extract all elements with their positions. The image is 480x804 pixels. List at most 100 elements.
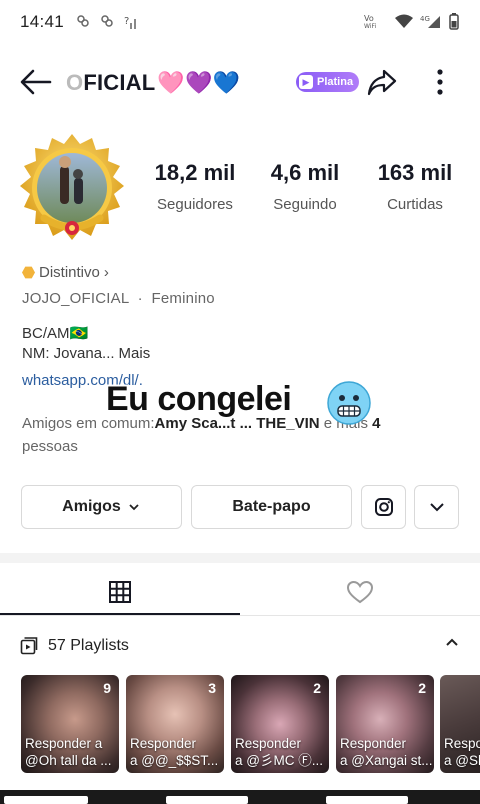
chevron-down-icon — [129, 504, 139, 511]
username-faded-letter: O — [66, 70, 84, 95]
playlist-count: 2 — [418, 680, 426, 696]
friends-button[interactable]: Amigos — [21, 485, 182, 529]
playlists-header[interactable]: 57 Playlists — [20, 634, 460, 658]
playlist-caption-line: a @@_$$ST... — [130, 753, 219, 768]
video-tag — [4, 796, 88, 804]
profile-username-title: OFICIAL🩷💜💙 — [66, 70, 240, 96]
playlist-card[interactable]: Respo a @Sh — [440, 675, 480, 773]
distintivo-label: Distintivo — [39, 264, 100, 281]
platina-badge[interactable]: ▶ Platina — [296, 72, 360, 92]
profile-id-gender: JOJO_OFICIAL · Feminino — [22, 290, 215, 307]
playlist-count: 9 — [103, 680, 111, 696]
svg-text:WiFi: WiFi — [364, 23, 376, 29]
playlist-caption: Responder a @Xangai st... — [340, 735, 432, 769]
distintivo-link[interactable]: Distintivo › — [22, 264, 109, 281]
following-label: Seguindo — [273, 196, 337, 213]
instagram-button[interactable] — [361, 485, 406, 529]
playlist-caption-line: Responder — [340, 736, 407, 751]
share-arrow-icon — [367, 69, 397, 96]
platina-label: Platina — [317, 76, 354, 88]
playlist-caption-line: @Oh tall da ... — [25, 753, 112, 768]
profile-stats: 18,2 mil Seguidores 4,6 mil Seguindo 163… — [140, 160, 480, 230]
bio-line-1: BC/AM🇧🇷 — [22, 325, 89, 342]
video-overlay-caption: Eu congelei — [106, 380, 292, 418]
bio-line-2: NM: Jovana... — [22, 345, 115, 362]
grid-icon — [109, 581, 131, 603]
video-tag — [166, 796, 248, 804]
badge-hexagon-icon — [22, 266, 35, 279]
signal-question-icon: ? — [124, 16, 137, 29]
profile-header: OFICIAL🩷💜💙 ▶ Platina — [0, 58, 480, 106]
expand-suggestions-button[interactable] — [414, 485, 459, 529]
notification-icon — [77, 15, 89, 27]
playlist-caption: Responder a @彡MC Ⓕ... — [235, 735, 327, 769]
tab-videos[interactable] — [0, 570, 240, 614]
bio-more-button[interactable]: Mais — [119, 345, 151, 362]
svg-text:4G: 4G — [420, 15, 430, 23]
playlist-count: 2 — [313, 680, 321, 696]
playlist-caption: Responder a @Oh tall da ... — [25, 735, 117, 769]
likes-label: Curtidas — [387, 196, 443, 213]
playlist-card[interactable]: 3 Responder a @@_$$ST... — [126, 675, 224, 773]
username-text: FICIAL — [83, 70, 156, 95]
status-system-icons: Vo WiFi 4G — [364, 12, 460, 30]
back-button[interactable] — [18, 66, 54, 98]
status-notification-icons: ? — [76, 14, 138, 30]
video-tag — [326, 796, 408, 804]
section-divider — [0, 553, 480, 563]
playlist-caption-line: Responder — [130, 736, 197, 751]
arrow-left-icon — [20, 69, 52, 95]
playlist-count: 3 — [208, 680, 216, 696]
playlist-icon — [20, 637, 38, 655]
heart-outline-icon — [346, 580, 374, 604]
playlist-card[interactable]: 2 Responder a @Xangai st... — [336, 675, 434, 773]
followers-label: Seguidores — [157, 196, 233, 213]
chevron-right-icon: › — [103, 264, 109, 281]
cell-signal-icon: 4G — [420, 15, 440, 28]
more-options-button[interactable] — [424, 64, 456, 100]
playlists-title: 57 Playlists — [48, 637, 129, 654]
following-count: 4,6 mil — [270, 160, 340, 185]
svg-text:Vo: Vo — [364, 14, 374, 23]
playlist-caption: Respo a @Sh — [444, 735, 480, 769]
playlist-caption-line: Respo — [444, 736, 480, 751]
profile-bio: BC/AM🇧🇷 NM: Jovana... Mais — [22, 324, 150, 364]
chat-button[interactable]: Bate-papo — [191, 485, 352, 529]
tab-liked[interactable] — [240, 570, 480, 614]
video-grid-preview — [0, 790, 480, 804]
playlist-caption-line: a @Sh — [444, 753, 480, 768]
status-bar: 14:41 ? Vo WiFi 4G — [0, 0, 480, 44]
username-hearts: 🩷💜💙 — [157, 70, 241, 95]
wifi-icon — [395, 14, 413, 28]
notification-icon — [101, 15, 113, 27]
freezing-face-icon — [327, 381, 371, 425]
playlist-caption-line: Responder — [235, 736, 302, 751]
stat-followers[interactable]: 18,2 mil Seguidores — [140, 160, 250, 230]
followers-count: 18,2 mil — [154, 160, 236, 185]
mutual-friends-suffix: pessoas — [22, 438, 78, 455]
chevron-up-icon — [446, 638, 458, 646]
playlist-badge-icon: ▶ — [299, 75, 313, 89]
battery-icon — [449, 13, 459, 30]
status-time: 14:41 — [20, 12, 65, 31]
playlist-caption-line: a @彡MC Ⓕ... — [235, 753, 323, 768]
playlist-card[interactable]: 9 Responder a @Oh tall da ... — [21, 675, 119, 773]
playlist-card[interactable]: 2 Responder a @彡MC Ⓕ... — [231, 675, 329, 773]
chevron-down-icon — [429, 503, 444, 512]
likes-count: 163 mil — [377, 160, 453, 185]
stat-following[interactable]: 4,6 mil Seguindo — [250, 160, 360, 230]
instagram-icon — [374, 498, 393, 516]
playlist-caption-line: a @Xangai st... — [340, 753, 432, 768]
avatar-frame-image — [20, 134, 124, 240]
friends-button-label: Amigos — [62, 498, 121, 515]
bio-line-2-wrap: NM: Jovana... Mais — [22, 344, 150, 364]
share-button[interactable] — [364, 64, 400, 100]
profile-avatar[interactable] — [14, 132, 130, 248]
vowifi-icon: VoWiFi — [364, 14, 376, 29]
playlist-caption: Responder a @@_$$ST... — [130, 735, 222, 769]
tab-bottom-border — [0, 615, 480, 616]
more-vertical-icon — [437, 69, 443, 95]
stat-likes[interactable]: 163 mil Curtidas — [360, 160, 470, 230]
playlist-caption-line: Responder a — [25, 736, 103, 751]
chat-button-label: Bate-papo — [232, 498, 311, 515]
